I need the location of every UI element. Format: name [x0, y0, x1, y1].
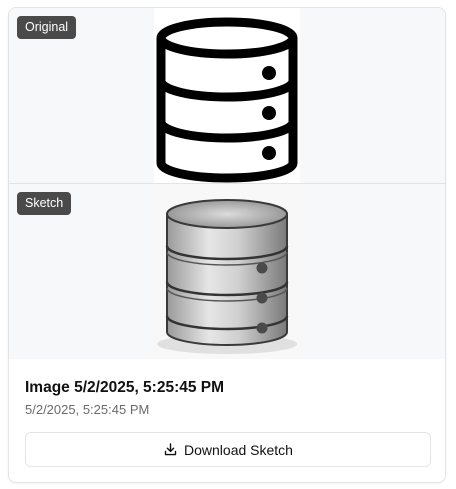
image-timestamp: 5/2/2025, 5:25:45 PM — [25, 402, 150, 417]
image-info: Image 5/2/2025, 5:25:45 PM 5/2/2025, 5:2… — [9, 359, 445, 482]
original-panel: Original — [9, 8, 445, 183]
image-title: Image 5/2/2025, 5:25:45 PM — [25, 379, 225, 396]
download-icon — [164, 443, 177, 456]
original-image — [154, 8, 300, 183]
download-sketch-button[interactable]: Download Sketch — [25, 432, 431, 467]
database-icon — [156, 17, 298, 183]
sketch-panel: Sketch — [9, 184, 445, 359]
original-badge: Original — [17, 16, 77, 39]
image-card: Original Sketch Image 5/2/2025, 5:25:45 … — [8, 7, 446, 483]
database-sketch-icon — [157, 199, 297, 354]
sketch-badge: Sketch — [17, 192, 72, 215]
download-sketch-label: Download Sketch — [184, 441, 293, 458]
sketch-image — [154, 184, 300, 359]
